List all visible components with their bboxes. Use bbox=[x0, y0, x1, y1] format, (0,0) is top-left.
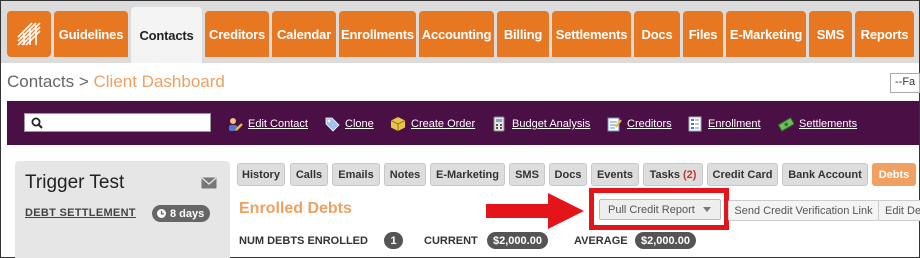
nav-tab-enrollments[interactable]: Enrollments bbox=[339, 11, 416, 57]
tab-history[interactable]: History bbox=[237, 163, 285, 186]
creditors-label: Creditors bbox=[627, 118, 672, 130]
tab-e-marketing[interactable]: E-Marketing bbox=[430, 163, 505, 186]
edit-contact-link[interactable]: Edit Contact bbox=[227, 115, 308, 133]
edit-debts-button[interactable]: Edit De bbox=[878, 200, 920, 221]
tab-bank-account[interactable]: Bank Account bbox=[782, 163, 868, 186]
search-input[interactable] bbox=[24, 113, 211, 132]
user-edit-icon bbox=[229, 118, 243, 131]
num-debts-badge: 1 bbox=[384, 232, 403, 249]
box-icon bbox=[390, 117, 406, 131]
tab-emails[interactable]: Emails bbox=[332, 163, 380, 186]
notepad-icon bbox=[607, 117, 622, 132]
tab-docs[interactable]: Docs bbox=[549, 163, 587, 186]
search-icon bbox=[31, 117, 43, 129]
highlight-box bbox=[589, 188, 729, 230]
enrollment-label: Enrollment bbox=[708, 118, 761, 130]
nav-tab-files[interactable]: Files bbox=[683, 11, 723, 57]
nav-tab-docs[interactable]: Docs bbox=[634, 11, 680, 57]
money-icon bbox=[778, 117, 794, 132]
nav-tab-settlements[interactable]: Settlements bbox=[552, 11, 631, 57]
tab-notes[interactable]: Notes bbox=[384, 163, 426, 186]
section-title: Enrolled Debts bbox=[239, 200, 352, 217]
tab-calls[interactable]: Calls bbox=[290, 163, 328, 186]
nav-tab-e-marketing[interactable]: E-Marketing bbox=[726, 11, 806, 57]
nav-tab-guidelines[interactable]: Guidelines bbox=[54, 11, 128, 57]
program-link[interactable]: DEBT SETTLEMENT bbox=[25, 207, 136, 219]
tab-sms[interactable]: SMS bbox=[509, 163, 545, 186]
nav-tab-reports[interactable]: Reports bbox=[855, 11, 914, 57]
tab-tasks-label: Tasks bbox=[649, 168, 680, 181]
enrollment-link[interactable]: Enrollment bbox=[687, 115, 761, 133]
create-order-link[interactable]: Create Order bbox=[390, 115, 475, 133]
days-badge: 8 days bbox=[152, 205, 211, 222]
create-order-label: Create Order bbox=[411, 118, 476, 130]
clone-link[interactable]: Clone bbox=[324, 115, 374, 133]
mail-icon[interactable] bbox=[201, 177, 217, 189]
red-arrow-icon bbox=[486, 193, 584, 229]
breadcrumb-root[interactable]: Contacts bbox=[7, 72, 74, 91]
tag-icon bbox=[325, 117, 340, 132]
nav-tab-calendar[interactable]: Calendar bbox=[272, 11, 336, 57]
nav-tab-creditors[interactable]: Creditors bbox=[205, 11, 269, 57]
client-name: Trigger Test bbox=[25, 172, 125, 193]
settlements-link[interactable]: Settlements bbox=[778, 115, 857, 133]
filter-select[interactable]: --Fa bbox=[890, 73, 920, 93]
breadcrumb: Contacts > Client Dashboard bbox=[7, 72, 225, 92]
nav-tab-billing[interactable]: Billing bbox=[497, 11, 549, 57]
creditors-link[interactable]: Creditors bbox=[606, 115, 672, 133]
budget-analysis-link[interactable]: Budget Analysis bbox=[491, 115, 590, 133]
current-label: CURRENT bbox=[424, 235, 478, 247]
calculator-icon bbox=[493, 116, 505, 132]
tab-events[interactable]: Events bbox=[591, 163, 639, 186]
average-label: AVERAGE bbox=[574, 235, 628, 247]
client-panel: Trigger Test DEBT SETTLEMENT 8 days bbox=[15, 161, 230, 258]
edit-contact-label: Edit Contact bbox=[248, 118, 308, 130]
current-badge: $2,000.00 bbox=[487, 232, 548, 249]
budget-analysis-label: Budget Analysis bbox=[512, 118, 591, 130]
breadcrumb-separator: > bbox=[78, 72, 89, 91]
average-badge: $2,000.00 bbox=[635, 232, 696, 249]
tab-debts[interactable]: Debts bbox=[872, 163, 916, 186]
days-value: 8 days bbox=[170, 207, 205, 220]
tab-tasks-count: (2) bbox=[682, 168, 697, 181]
tab-tasks[interactable]: Tasks (2) bbox=[643, 163, 703, 186]
logo-icon[interactable] bbox=[7, 11, 51, 57]
top-nav: Guidelines Contacts Creditors Calendar E… bbox=[1, 1, 919, 63]
clock-icon bbox=[157, 209, 166, 218]
settlements-label: Settlements bbox=[799, 118, 858, 130]
send-verification-link-button[interactable]: Send Credit Verification Link bbox=[728, 200, 879, 221]
num-debts-label: NUM DEBTS ENROLLED bbox=[239, 235, 368, 247]
nav-tab-sms[interactable]: SMS bbox=[809, 11, 852, 57]
tab-credit-card[interactable]: Credit Card bbox=[707, 163, 778, 186]
nav-tab-accounting[interactable]: Accounting bbox=[419, 11, 494, 57]
form-icon bbox=[688, 116, 702, 132]
breadcrumb-current: Client Dashboard bbox=[93, 72, 225, 91]
nav-tab-contacts[interactable]: Contacts bbox=[131, 7, 202, 63]
clone-label: Clone bbox=[345, 118, 374, 130]
